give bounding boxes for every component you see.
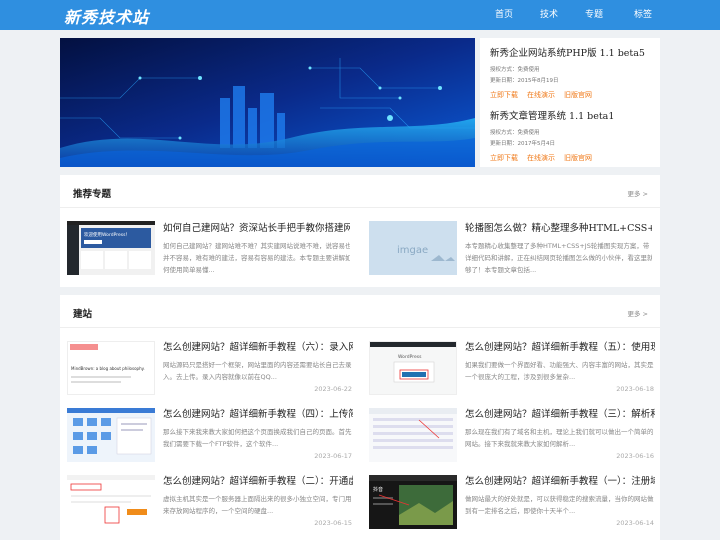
post-thumbnail[interactable] [67, 475, 155, 529]
top-bar: 新秀技术站 首页 技术 专题 标签 [0, 0, 720, 30]
nav-item-topics[interactable]: 专题 [567, 0, 621, 30]
post-title[interactable]: 怎么创建网站？超详细新手教程（四）：上传简单 [163, 406, 353, 420]
post-item[interactable]: MindBrown: a blog about philosophy. 怎么创建… [60, 333, 353, 399]
nav-item-home[interactable]: 首页 [477, 0, 531, 30]
wordpress-dashboard-image: 欢迎使用WordPress！ [67, 221, 155, 275]
topic-desc: 本专题精心收集整理了多种HTML+CSS+JS轮播图实现方案，带详细代码和讲解，… [465, 242, 652, 274]
panel-title: 建站 [73, 309, 93, 320]
topic-thumbnail[interactable]: 欢迎使用WordPress！ [67, 221, 155, 275]
demo-link[interactable]: 在线演示 [527, 153, 555, 163]
post-date: 2023-06-16 [616, 452, 654, 460]
topic-thumbnail[interactable]: imgae [369, 221, 457, 275]
software-date: 更新日期：2015年8月19日 [490, 78, 559, 84]
software-license: 授权方式：免费使用 [490, 67, 540, 73]
post-date: 2023-06-17 [314, 452, 352, 460]
topic-title[interactable]: 轮播图怎么做？精心整理多种HTML+CSS+JS轮播图 [465, 220, 652, 234]
more-link[interactable]: 更多 > [627, 188, 648, 198]
post-thumbnail[interactable]: MindBrown: a blog about philosophy. [67, 341, 155, 395]
software-title[interactable]: 新秀文章管理系统 1.1 beta1 [490, 108, 650, 122]
hero-banner[interactable] [60, 38, 475, 167]
topics-panel: 推荐专题 更多 > 欢迎使用WordPress！ 如何自己建网站？资深站长手把手… [60, 175, 660, 287]
download-link[interactable]: 立即下载 [490, 153, 518, 163]
thumb-headline: 欢迎使用WordPress！ [84, 231, 130, 238]
old-site-link[interactable]: 旧版官网 [564, 153, 592, 163]
ftp-software-image [67, 408, 155, 462]
dns-settings-image [369, 408, 457, 462]
post-item[interactable]: 怎么创建网站？超详细新手教程（四）：上传简单 那么接下来我来教大家如何把这个页面… [60, 400, 353, 466]
post-date: 2023-06-15 [314, 519, 352, 527]
hosting-purchase-image [67, 475, 155, 529]
post-thumbnail[interactable]: WordPress [369, 341, 457, 395]
topic-title[interactable]: 如何自己建网站？资深站长手把手教你搭建网站 [163, 220, 350, 234]
post-thumbnail[interactable] [369, 408, 457, 462]
more-link[interactable]: 更多 > [627, 308, 648, 318]
post-title[interactable]: 怎么创建网站？超详细新手教程（一）：注册域名 [465, 473, 655, 487]
demo-link[interactable]: 在线演示 [527, 90, 555, 100]
software-date: 更新日期：2017年5月4日 [490, 141, 555, 147]
panel-header: 推荐专题 更多 > [60, 175, 660, 208]
post-item[interactable]: 怎么创建网站？超详细新手教程（三）：解析和绑 那么现在我们有了域名和主机，理论上… [362, 400, 655, 466]
jianzhan-panel: 建站 更多 > MindBrown: a blog about philosop… [60, 295, 660, 540]
software-item: 新秀文章管理系统 1.1 beta1 授权方式：免费使用 更新日期：2017年5… [490, 108, 650, 163]
old-site-link[interactable]: 旧版官网 [564, 90, 592, 100]
image-placeholder: imgae [369, 221, 457, 275]
topic-card[interactable]: imgae 轮播图怎么做？精心整理多种HTML+CSS+JS轮播图 本专题精心收… [362, 213, 652, 275]
thumb-caption: WordPress [398, 354, 422, 360]
thumb-caption: 抖音 [373, 486, 383, 493]
software-links: 立即下载 在线演示 旧版官网 [490, 153, 650, 163]
post-thumbnail[interactable] [67, 408, 155, 462]
topic-card[interactable]: 欢迎使用WordPress！ 如何自己建网站？资深站长手把手教你搭建网站 如何自… [60, 213, 350, 275]
nav-item-tags[interactable]: 标签 [621, 0, 665, 30]
post-item[interactable]: 抖音 怎么创建网站？超详细新手教程（一）：注册域名 做网站最大的好处就是，可以获… [362, 467, 655, 533]
software-links: 立即下载 在线演示 旧版官网 [490, 90, 650, 100]
nav-item-tech[interactable]: 技术 [531, 0, 567, 30]
software-title[interactable]: 新秀企业网站系统PHP版 1.1 beta5 [490, 45, 650, 59]
post-date: 2023-06-14 [616, 519, 654, 527]
wordpress-login-image: WordPress [370, 342, 456, 394]
panel-header: 建站 更多 > [60, 295, 660, 328]
software-list: 新秀企业网站系统PHP版 1.1 beta5 授权方式：免费使用 更新日期：20… [480, 38, 660, 167]
thumb-caption: MindBrown: a blog about philosophy. [71, 366, 145, 371]
download-link[interactable]: 立即下载 [490, 90, 518, 100]
topic-text: 轮播图怎么做？精心整理多种HTML+CSS+JS轮播图 本专题精心收集整理了多种… [465, 220, 652, 275]
thumb-label: imgae [397, 245, 428, 256]
post-date: 2023-06-18 [616, 385, 654, 393]
topic-text: 如何自己建网站？资深站长手把手教你搭建网站 如何自己建网站？建网站难不难？其实建… [163, 220, 350, 275]
post-item[interactable]: WordPress 怎么创建网站？超详细新手教程（五）：使用现成 如果我们要做一… [362, 333, 655, 399]
site-logo[interactable]: 新秀技术站 [64, 4, 149, 28]
blog-screenshot-image: MindBrown: a blog about philosophy. [68, 342, 154, 394]
post-date: 2023-06-22 [314, 385, 352, 393]
post-item[interactable]: 怎么创建网站？超详细新手教程（二）：开通虚拟 虚拟主机其实是一个服务器上面隔出来… [60, 467, 353, 533]
hero-graphic [60, 38, 475, 167]
post-thumbnail[interactable]: 抖音 [369, 475, 457, 529]
post-title[interactable]: 怎么创建网站？超详细新手教程（五）：使用现成 [465, 339, 655, 353]
software-license: 授权方式：免费使用 [490, 130, 540, 136]
post-title[interactable]: 怎么创建网站？超详细新手教程（三）：解析和绑 [465, 406, 655, 420]
panel-title: 推荐专题 [73, 189, 112, 200]
post-title[interactable]: 怎么创建网站？超详细新手教程（六）：录入网站 [163, 339, 353, 353]
douyin-screenshot-image: 抖音 [369, 475, 457, 529]
main-nav: 首页 技术 专题 标签 [477, 0, 665, 30]
software-item: 新秀企业网站系统PHP版 1.1 beta5 授权方式：免费使用 更新日期：20… [490, 45, 650, 100]
topic-desc: 如何自己建网站？建网站难不难？其实建网站说难不难，说容易也并不容易，难有难的建法… [163, 242, 350, 274]
post-title[interactable]: 怎么创建网站？超详细新手教程（二）：开通虚拟 [163, 473, 353, 487]
